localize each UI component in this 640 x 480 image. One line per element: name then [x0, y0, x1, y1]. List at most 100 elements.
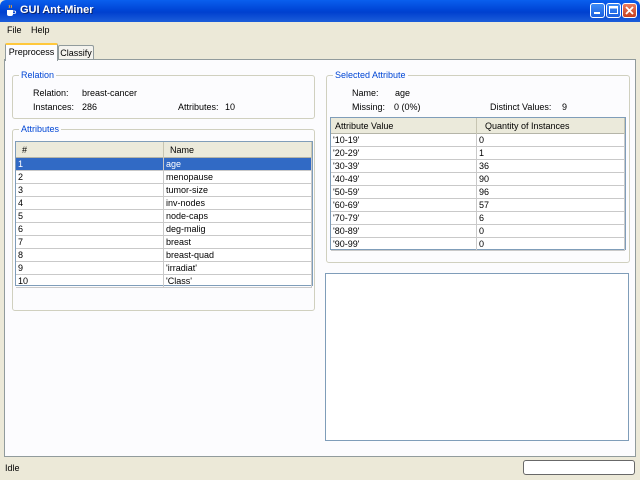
- instances-value: 286: [82, 102, 98, 112]
- table-row[interactable]: '30-39' 36: [331, 160, 625, 173]
- column-header-attribute-value[interactable]: Attribute Value: [331, 118, 477, 134]
- attribute-name-cell: age: [164, 158, 312, 170]
- attribute-value-cell: '20-29': [331, 147, 477, 159]
- attribute-number-cell: 10: [16, 275, 164, 287]
- attribute-value-cell: '60-69': [331, 199, 477, 211]
- attributes-count-value: 10: [225, 102, 236, 112]
- table-row[interactable]: 4 inv-nodes: [16, 197, 312, 210]
- selected-attribute-group-title: Selected Attribute: [333, 70, 408, 80]
- visualization-area: [325, 273, 629, 441]
- attribute-number-cell: 9: [16, 262, 164, 274]
- quantity-cell: 6: [477, 212, 625, 224]
- attribute-value-cell: '80-89': [331, 225, 477, 237]
- progress-bar: [523, 460, 635, 475]
- attribute-number-cell: 3: [16, 184, 164, 196]
- close-icon: [625, 6, 634, 15]
- attribute-name-cell: inv-nodes: [164, 197, 312, 209]
- attributes-group: Attributes # Name 1 age 2 menopause 3 tumor-s…: [12, 124, 315, 311]
- quantity-cell: 1: [477, 147, 625, 159]
- table-row[interactable]: '60-69' 57: [331, 199, 625, 212]
- minimize-button[interactable]: [590, 3, 605, 18]
- table-row[interactable]: 7 breast: [16, 236, 312, 249]
- attribute-name-cell: 'Class': [164, 275, 312, 287]
- column-header-number[interactable]: #: [16, 142, 164, 158]
- quantity-cell: 36: [477, 160, 625, 172]
- attribute-value-cell: '10-19': [331, 134, 477, 146]
- attributes-count-label: Attributes:: [178, 102, 219, 112]
- table-row[interactable]: 1 age: [16, 158, 312, 171]
- attribute-value-cell: '90-99': [331, 238, 477, 250]
- table-row[interactable]: '80-89' 0: [331, 225, 625, 238]
- status-text: Idle: [5, 463, 20, 473]
- attribute-number-cell: 5: [16, 210, 164, 222]
- quantity-cell: 57: [477, 199, 625, 211]
- menu-help[interactable]: Help: [31, 25, 50, 35]
- attribute-name-cell: menopause: [164, 171, 312, 183]
- tab-preprocess[interactable]: Preprocess: [5, 43, 58, 61]
- attributes-table[interactable]: # Name 1 age 2 menopause 3 tumor-size 4 inv-nod…: [15, 141, 313, 288]
- table-row[interactable]: 5 node-caps: [16, 210, 312, 223]
- window-title: GUI Ant-Miner: [20, 4, 94, 16]
- attributes-group-title: Attributes: [19, 124, 62, 134]
- attribute-number-cell: 6: [16, 223, 164, 235]
- missing-label: Missing:: [352, 102, 386, 112]
- table-row[interactable]: 9'irradiat': [16, 262, 312, 275]
- column-header-name[interactable]: Name: [164, 142, 312, 158]
- preprocess-panel: Relation Relation: breast-cancer Instanc…: [4, 59, 636, 457]
- table-row[interactable]: '90-99' 0: [331, 238, 625, 251]
- attribute-value-cell: '40-49': [331, 173, 477, 185]
- attribute-values-table-header: Attribute Value Quantity of Instances: [331, 118, 625, 134]
- relation-value: breast-cancer: [82, 88, 138, 98]
- distinct-values-label: Distinct Values:: [490, 102, 552, 112]
- table-row[interactable]: '20-29' 1: [331, 147, 625, 160]
- attribute-name-cell: breast-quad: [164, 249, 312, 261]
- table-row[interactable]: 3 tumor-size: [16, 184, 312, 197]
- missing-value: 0 (0%): [394, 102, 421, 112]
- relation-label: Relation:: [33, 88, 69, 98]
- attribute-number-cell: 8: [16, 249, 164, 261]
- table-row[interactable]: '10-19' 0: [331, 134, 625, 147]
- attribute-values-table[interactable]: Attribute Value Quantity of Instances '1…: [330, 117, 626, 251]
- menu-file[interactable]: File: [7, 25, 22, 35]
- relation-group: Relation Relation: breast-cancer Instanc…: [12, 70, 315, 119]
- table-row[interactable]: '50-59' 96: [331, 186, 625, 199]
- attribute-value-cell: '70-79': [331, 212, 477, 224]
- table-row[interactable]: 2 menopause: [16, 171, 312, 184]
- status-bar: Idle: [0, 458, 640, 480]
- attribute-name-cell: deg-malig: [164, 223, 312, 235]
- selected-attribute-group: Selected Attribute Name: age Missing: 0 …: [326, 70, 630, 263]
- attribute-name-cell: breast: [164, 236, 312, 248]
- distinct-values-value: 9: [562, 102, 568, 112]
- minimize-icon: [594, 12, 600, 14]
- close-button[interactable]: [622, 3, 637, 18]
- table-row[interactable]: '70-79' 6: [331, 212, 625, 225]
- table-row[interactable]: 6 deg-malig: [16, 223, 312, 236]
- table-row[interactable]: 10 'Class': [16, 275, 312, 288]
- maximize-icon: [609, 6, 618, 14]
- attribute-number-cell: 7: [16, 236, 164, 248]
- relation-group-title: Relation: [19, 70, 57, 80]
- attribute-number-cell: 2: [16, 171, 164, 183]
- column-header-quantity[interactable]: Quantity of Instances: [477, 118, 625, 134]
- attribute-name-label: Name:: [352, 88, 379, 98]
- attribute-name-cell: node-caps: [164, 210, 312, 222]
- attribute-name-cell: 'irradiat': [164, 262, 312, 274]
- attribute-number-cell: 4: [16, 197, 164, 209]
- instances-label: Instances:: [33, 102, 75, 112]
- quantity-cell: 96: [477, 186, 625, 198]
- title-bar[interactable]: GUI Ant-Miner: [0, 0, 640, 22]
- attributes-table-header: # Name: [16, 142, 312, 158]
- attribute-value-cell: '30-39': [331, 160, 477, 172]
- quantity-cell: 0: [477, 225, 625, 237]
- maximize-button[interactable]: [606, 3, 621, 18]
- table-row[interactable]: 8 breast-quad: [16, 249, 312, 262]
- attribute-name-cell: tumor-size: [164, 184, 312, 196]
- attribute-number-cell: 1: [16, 158, 164, 170]
- menu-bar: File Help: [0, 22, 640, 39]
- quantity-cell: 0: [477, 134, 625, 146]
- table-row[interactable]: '40-49' 90: [331, 173, 625, 186]
- java-cup-icon: [7, 4, 17, 16]
- quantity-cell: 90: [477, 173, 625, 185]
- attribute-value-cell: '50-59': [331, 186, 477, 198]
- attribute-name-value: age: [395, 88, 411, 98]
